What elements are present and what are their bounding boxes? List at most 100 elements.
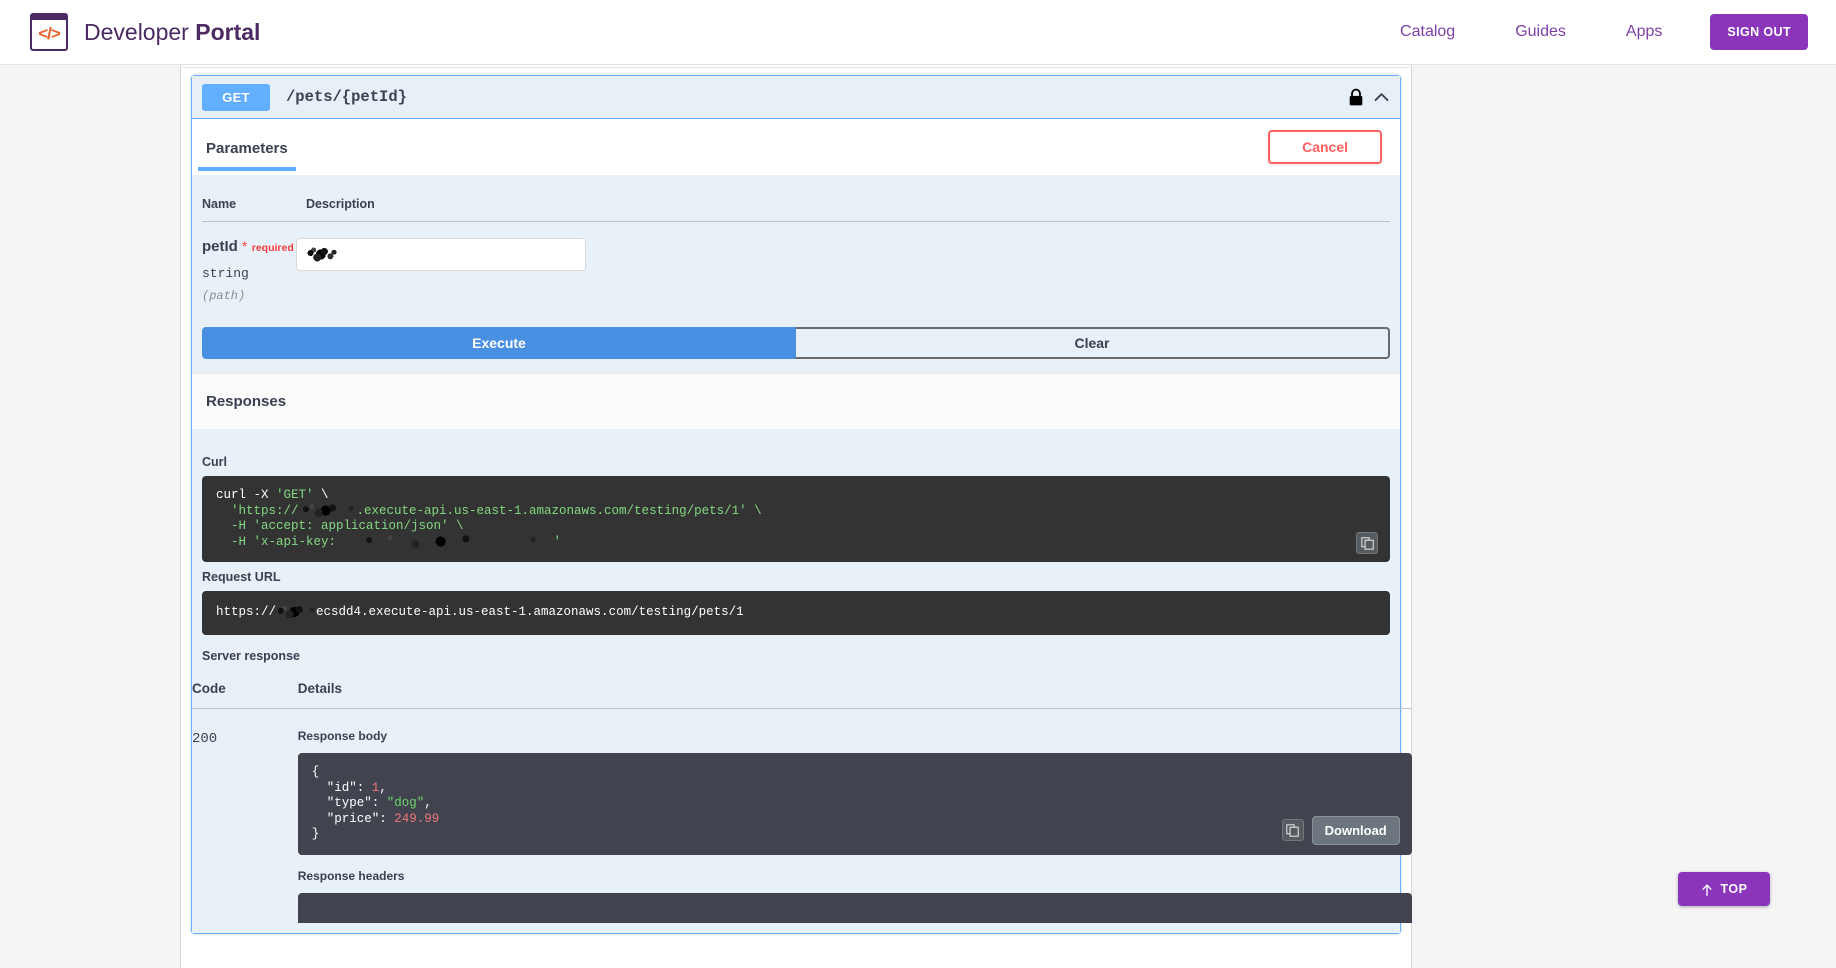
- curl-code-block: curl -X 'GET' \ 'https:// .execute-api.us…: [202, 476, 1390, 562]
- previous-operation-block-edge: [181, 65, 1411, 67]
- parameters-header-row: Name Description: [202, 175, 1390, 222]
- operation-summary[interactable]: GET /pets/{petId}: [192, 76, 1400, 119]
- code-bracket-icon: </>: [30, 13, 68, 51]
- json-line-5: }: [312, 827, 320, 841]
- swagger-container: GET /pets/{petId}: [180, 65, 1412, 968]
- nav-item-guides[interactable]: Guides: [1515, 23, 1566, 41]
- curl-line-1: curl -X 'GET' \: [216, 488, 329, 502]
- request-url-label: Request URL: [202, 562, 1390, 591]
- server-response-table: Code Details 200 Resp: [192, 671, 1412, 923]
- curl-line-2: 'https:// .execute-api.us-east-1.amazonaw…: [216, 504, 762, 518]
- brand-title: Developer Portal: [84, 19, 260, 46]
- json-value-id: 1: [372, 781, 380, 795]
- redacted-value: [307, 247, 337, 262]
- json-line-1: {: [312, 765, 320, 779]
- petid-input[interactable]: [296, 238, 586, 271]
- responses-title: Responses: [206, 393, 286, 410]
- brand-title-bold: Portal: [195, 19, 260, 45]
- response-body-label: Response body: [226, 729, 1412, 743]
- nav-item-apps[interactable]: Apps: [1626, 23, 1662, 41]
- redacted-host: [299, 504, 357, 517]
- request-url-prefix: https://: [216, 605, 276, 619]
- parameter-type: string: [202, 266, 296, 281]
- parameters-table: Name Description petId* required: [202, 175, 1390, 303]
- app-root: </> Developer Portal Catalog Guides Apps…: [0, 0, 1836, 968]
- nav-item-catalog[interactable]: Catalog: [1400, 23, 1455, 41]
- operation-summary-controls: [1348, 88, 1390, 107]
- clear-button[interactable]: Clear: [796, 327, 1390, 359]
- json-value-type: "dog": [387, 796, 425, 810]
- json-line-2: "id": 1,: [312, 781, 387, 795]
- curl-label: Curl: [202, 447, 1390, 476]
- execute-clear-row: Execute Clear: [202, 327, 1390, 359]
- curl-method: 'GET': [276, 488, 314, 502]
- brand-logo[interactable]: </> Developer Portal: [30, 13, 260, 51]
- lock-icon[interactable]: [1348, 88, 1364, 107]
- sign-out-button[interactable]: SIGN OUT: [1710, 14, 1808, 50]
- parameter-name-cell: petId* required string (path): [202, 222, 296, 304]
- request-url-suffix: ecsdd4.execute-api.us-east-1.amazonaws.c…: [316, 605, 744, 619]
- parameter-name: petId: [202, 238, 238, 255]
- server-response-col-code: Code: [192, 671, 226, 709]
- operation-path: /pets/{petId}: [286, 88, 407, 106]
- curl-cmd: curl -X: [216, 488, 276, 502]
- response-details-cell: Response body { "id": 1, "type": "dog", …: [226, 708, 1412, 922]
- tab-parameters[interactable]: Parameters: [204, 124, 290, 171]
- redacted-request-host: [276, 606, 316, 618]
- curl-apikey-suffix: ': [554, 535, 562, 549]
- responses-body: Curl curl -X 'GET' \ 'https://.execute-a…: [192, 429, 1400, 933]
- response-status-code: 200: [192, 731, 217, 747]
- responses-header: Responses: [192, 373, 1400, 429]
- server-response-label: Server response: [202, 649, 1390, 663]
- table-row: 200 Response body { "id": 1, "type": "do…: [192, 708, 1412, 922]
- operation-body: Parameters Cancel Name Description: [192, 119, 1400, 933]
- arrow-up-icon: [1701, 883, 1713, 896]
- back-to-top-label: TOP: [1721, 882, 1748, 896]
- site-header: </> Developer Portal Catalog Guides Apps…: [0, 0, 1836, 65]
- server-response-header-row: Code Details: [192, 671, 1412, 709]
- json-key-type: "type": [312, 796, 372, 810]
- table-row: petId* required string (path): [202, 222, 1390, 304]
- server-response-col-details: Details: [226, 671, 1412, 709]
- curl-line-4: -H 'x-api-key: ': [216, 535, 561, 549]
- chevron-up-icon[interactable]: [1373, 89, 1390, 106]
- response-body-actions: Download: [1282, 816, 1400, 845]
- curl-line-3: -H 'accept: application/json' \: [216, 519, 464, 533]
- parameters-section: Name Description petId* required: [192, 175, 1400, 373]
- http-method-badge: GET: [202, 84, 270, 111]
- required-label: required: [252, 242, 294, 254]
- operation-block-get-pets-petid: GET /pets/{petId}: [191, 75, 1401, 934]
- response-code-cell: 200: [192, 708, 226, 922]
- copy-icon[interactable]: [1356, 532, 1378, 554]
- execute-button[interactable]: Execute: [202, 327, 796, 359]
- parameter-name-line: petId* required: [202, 238, 296, 256]
- parameters-col-name: Name: [202, 175, 296, 222]
- response-headers-block: [298, 893, 1412, 923]
- copy-icon[interactable]: [1282, 819, 1304, 841]
- curl-line1-tail: \: [314, 488, 329, 502]
- parameters-col-description: Description: [296, 175, 1390, 222]
- json-line-3: "type": "dog",: [312, 796, 432, 810]
- required-asterisk: *: [242, 238, 247, 254]
- brand-title-light: Developer: [84, 19, 195, 45]
- json-key-price: "price": [312, 812, 380, 826]
- page-canvas: GET /pets/{petId}: [0, 65, 1836, 968]
- download-button[interactable]: Download: [1312, 816, 1400, 845]
- json-key-id: "id": [312, 781, 357, 795]
- json-value-price: 249.99: [394, 812, 439, 826]
- request-url-block: https:// ecsdd4.execute-api.us-east-1.ama…: [202, 591, 1390, 635]
- cancel-button[interactable]: Cancel: [1268, 130, 1382, 164]
- logo-glyph-text: </>: [38, 24, 60, 44]
- back-to-top-button[interactable]: TOP: [1678, 872, 1770, 906]
- parameter-location: (path): [202, 289, 296, 303]
- main-nav: Catalog Guides Apps SIGN OUT: [1370, 14, 1808, 50]
- redacted-api-key: [344, 535, 554, 548]
- curl-apikey-prefix: -H 'x-api-key:: [216, 535, 344, 549]
- operation-tabrow: Parameters Cancel: [192, 119, 1400, 175]
- curl-url-prefix: 'https://: [216, 504, 299, 518]
- parameter-input-cell: [296, 222, 1390, 304]
- curl-url-suffix: .execute-api.us-east-1.amazonaws.com/tes…: [357, 504, 762, 518]
- json-line-4: "price": 249.99: [312, 812, 440, 826]
- response-headers-label: Response headers: [226, 869, 1412, 883]
- response-body-block: { "id": 1, "type": "dog", "price": 249.9…: [298, 753, 1412, 855]
